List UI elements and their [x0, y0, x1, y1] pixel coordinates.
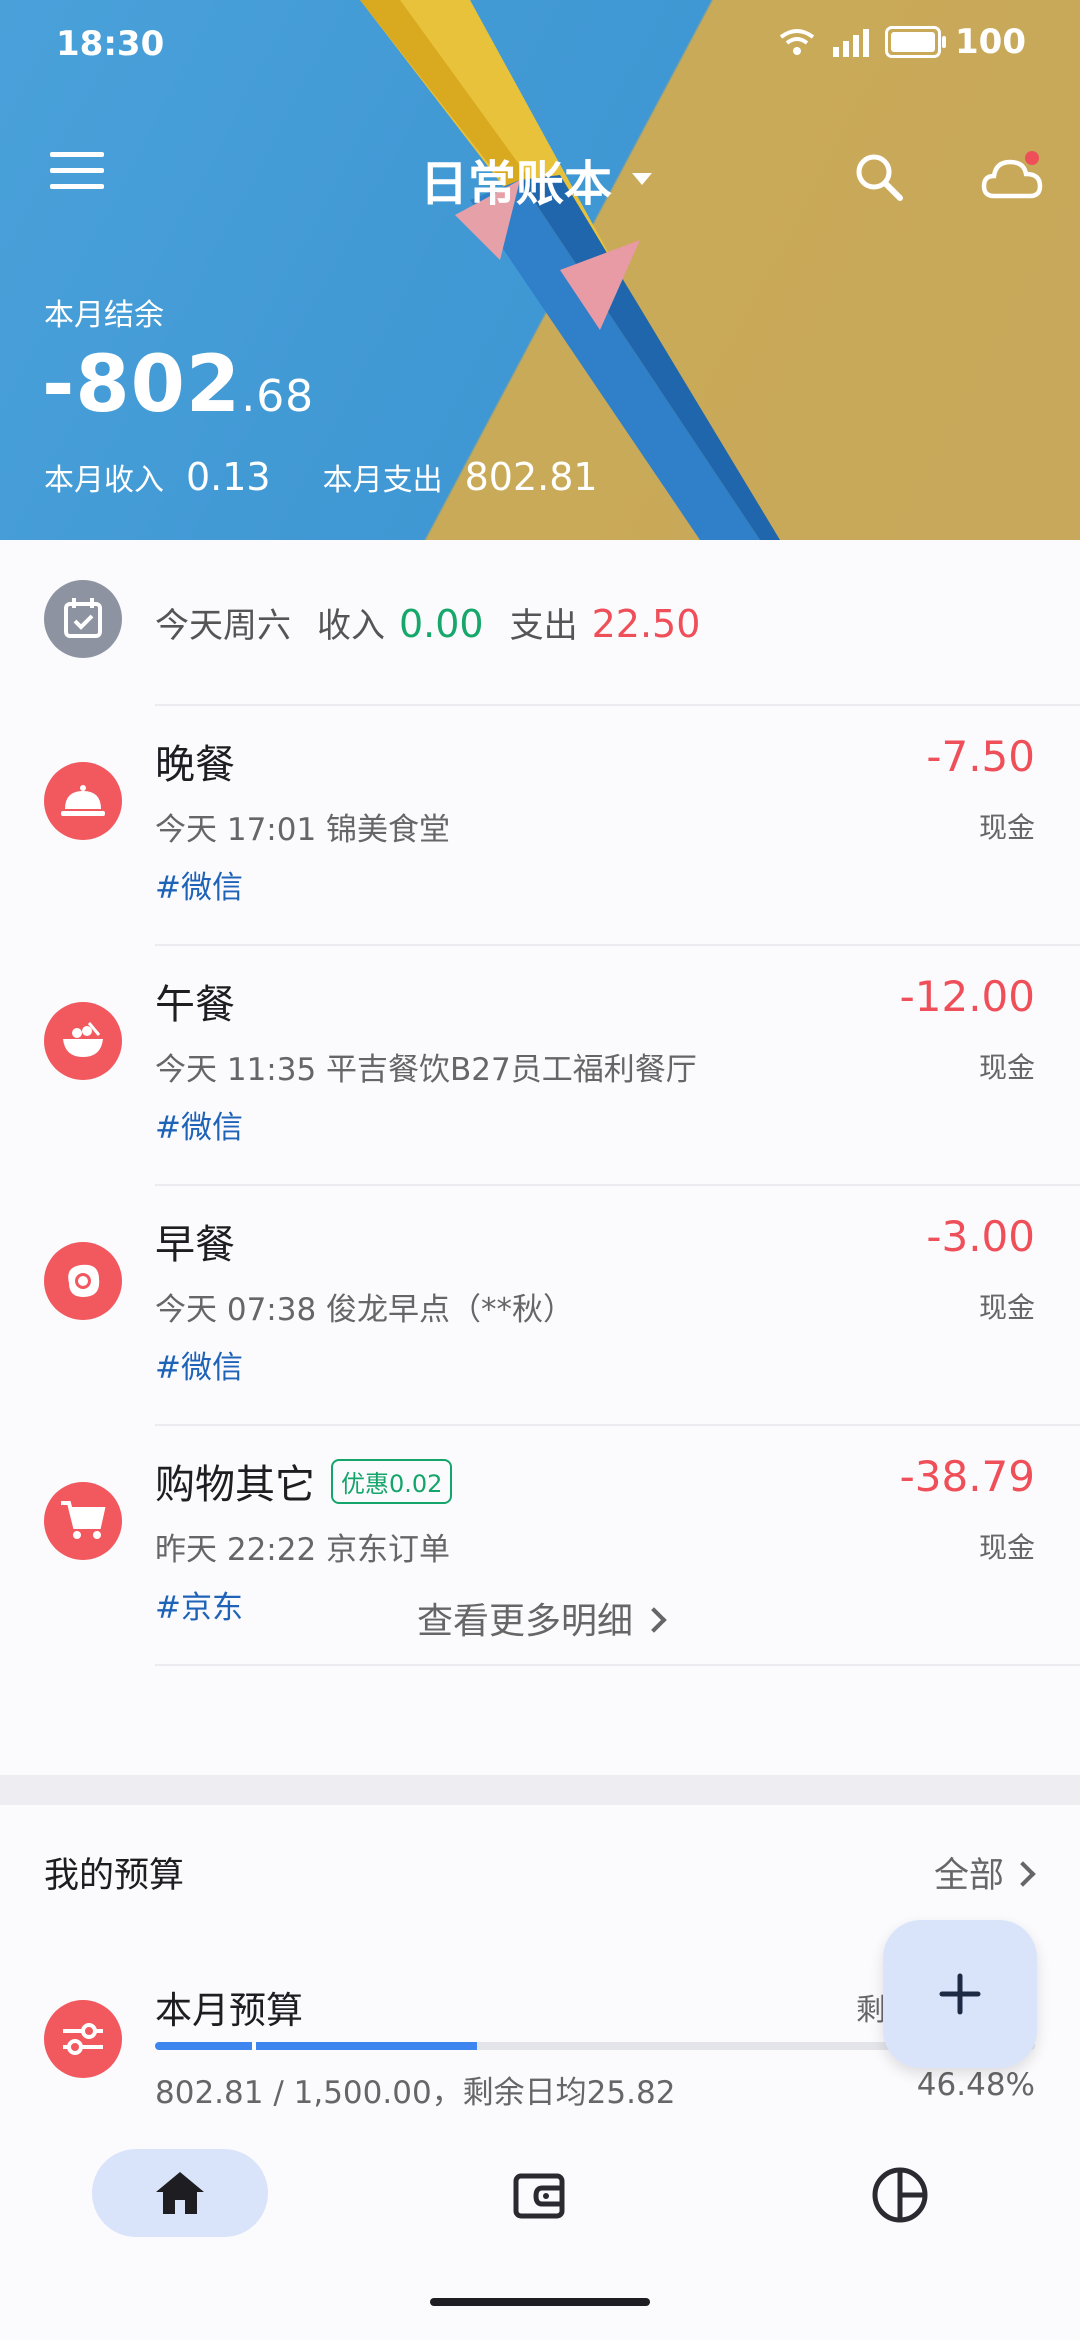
transaction-amount: -38.79 [899, 1452, 1035, 1501]
transaction-amount: -12.00 [899, 972, 1035, 1021]
today-expense-value: 22.50 [591, 602, 701, 646]
transaction-tag[interactable]: #微信 [155, 1342, 243, 1387]
cloud-sync-icon[interactable] [980, 148, 1050, 208]
status-time: 18:30 [56, 24, 165, 64]
income-label: 本月收入 [44, 463, 164, 498]
divider [155, 1664, 1080, 1666]
budget-all-link[interactable]: 全部 [934, 1847, 1036, 1898]
budget-amount: 802.81 / 1,500.00，剩余日均25.82 [155, 2075, 676, 2111]
balance-value: -802.68 [42, 340, 315, 430]
cart-icon [44, 1482, 122, 1560]
expense-value: 802.81 [464, 455, 598, 499]
transaction-detail: 昨天 22:22 京东订单 [155, 1532, 451, 1568]
transaction-tag[interactable]: #微信 [155, 1102, 243, 1147]
add-record-button[interactable] [883, 1920, 1037, 2068]
nav-home-tab[interactable] [92, 2149, 268, 2237]
wifi-icon [779, 29, 815, 55]
transaction-amount: -7.50 [926, 732, 1035, 781]
chevron-right-icon [1010, 1861, 1036, 1887]
nav-stats-tab[interactable] [860, 2155, 940, 2235]
transaction-name: 早餐 [155, 1222, 235, 1268]
transaction-detail: 今天 17:01 锦美食堂 [155, 812, 451, 848]
wallet-icon [513, 2173, 565, 2219]
section-gap [0, 1775, 1080, 1805]
transaction-account: 现金 [978, 1291, 1035, 1324]
today-income-value: 0.00 [399, 602, 484, 646]
transaction-name: 购物其它 [155, 1462, 315, 1508]
transaction-account: 现金 [978, 1051, 1035, 1084]
status-bar: 18:30 100 [0, 0, 1080, 90]
transaction-tag[interactable]: #微信 [155, 862, 243, 907]
monthly-summary: 本月收入 0.13 本月支出 802.81 [44, 455, 650, 499]
budget-time-marker [251, 2042, 256, 2050]
transaction-account: 现金 [978, 1531, 1035, 1564]
egg-icon [44, 1242, 122, 1320]
search-icon[interactable] [850, 148, 910, 208]
transactions-card: 今天周六 收入 0.00 支出 22.50 晚餐 今天 17:01 锦美食堂 #… [0, 540, 1080, 1775]
plus-icon [939, 1973, 981, 2015]
book-selector[interactable]: 日常账本 [420, 144, 653, 214]
today-expense-label: 支出 [509, 606, 578, 646]
book-title: 日常账本 [420, 156, 613, 212]
today-summary: 今天周六 收入 0.00 支出 22.50 [0, 580, 1080, 670]
budget-name: 本月预算 [155, 1989, 303, 2032]
chevron-right-icon [641, 1607, 667, 1633]
transaction-detail: 今天 07:38 俊龙早点（**秋） [155, 1292, 575, 1328]
calendar-icon [44, 580, 122, 658]
transaction-row[interactable]: 早餐 今天 07:38 俊龙早点（**秋） #微信 -3.00 现金 [0, 1186, 1080, 1424]
transaction-amount: -3.00 [926, 1212, 1035, 1261]
today-label: 今天周六 [155, 606, 291, 646]
coupon-badge: 优惠0.02 [331, 1458, 453, 1504]
dome-icon [44, 762, 122, 840]
transaction-row[interactable]: 午餐 今天 11:35 平吉餐饮B27员工福利餐厅 #微信 -12.00 现金 [0, 946, 1080, 1184]
expense-label: 本月支出 [322, 463, 443, 498]
sliders-icon [44, 2000, 122, 2078]
transaction-detail: 今天 11:35 平吉餐饮B27员工福利餐厅 [155, 1052, 697, 1088]
menu-button[interactable] [50, 152, 104, 196]
budget-remaining-label: 剩 [856, 1993, 886, 2028]
budget-section-title: 我的预算 [44, 1856, 185, 1896]
signal-icon [833, 29, 870, 57]
caret-down-icon [632, 173, 653, 185]
transaction-account: 现金 [978, 811, 1035, 844]
budget-progress-fill [155, 2042, 477, 2050]
transaction-name: 晚餐 [155, 742, 235, 788]
battery-level: 100 [955, 22, 1026, 62]
budget-percent: 46.48% [916, 2067, 1035, 2103]
header-banner: 18:30 100 日常账本 本月结余 -802.68 本月收入 0.13 本月… [0, 0, 1080, 540]
income-value: 0.13 [186, 455, 271, 499]
bowl-icon [44, 1002, 122, 1080]
battery-icon [885, 26, 947, 58]
view-more-link[interactable]: 查看更多明细 [0, 1592, 1080, 1644]
transaction-row[interactable]: 晚餐 今天 17:01 锦美食堂 #微信 -7.50 现金 [0, 706, 1080, 944]
nav-wallet-tab[interactable] [500, 2159, 580, 2229]
pie-chart-icon [872, 2167, 928, 2223]
transaction-name: 午餐 [155, 982, 235, 1028]
home-indicator [430, 2298, 650, 2306]
balance-label: 本月结余 [44, 298, 164, 333]
home-icon [156, 2172, 204, 2214]
bottom-nav [0, 2115, 1080, 2340]
today-income-label: 收入 [317, 606, 385, 646]
